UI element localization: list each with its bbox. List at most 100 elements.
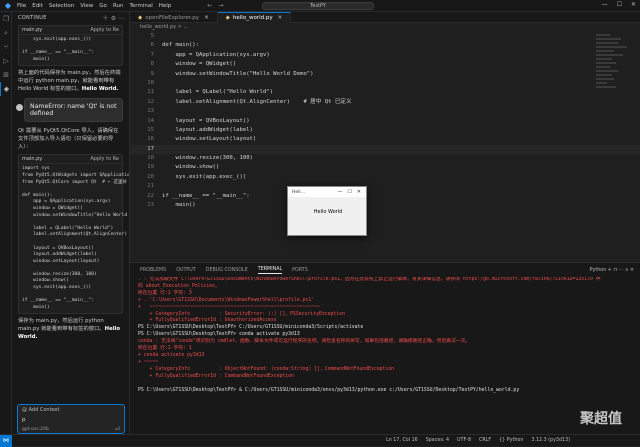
terminal-output[interactable]: . : 无法加载文件 C:\Users\GT1SSU\Documents\Win…: [130, 277, 640, 433]
line-text: window.setLayout(layout): [162, 136, 257, 143]
extensions-icon[interactable]: ⊞: [0, 68, 12, 82]
maximize-icon[interactable]: ☐: [347, 189, 351, 195]
line-number: 18: [147, 155, 154, 162]
close-icon[interactable]: ✕: [631, 1, 636, 8]
menu-item-edit[interactable]: Edit: [32, 3, 43, 9]
search-icon[interactable]: ⌕: [0, 26, 12, 40]
continue-icon[interactable]: ◈: [0, 82, 12, 96]
line-number: 21: [147, 183, 154, 190]
menu-item-help[interactable]: Help: [159, 3, 172, 9]
tab-hello_world-py[interactable]: ◆ hello_world.py ✕: [217, 12, 292, 23]
send-icon[interactable]: ⏎: [115, 426, 120, 433]
code-line[interactable]: 23 main(): [130, 201, 640, 210]
code-line[interactable]: 8 window = QWidget(): [130, 60, 640, 69]
line-number: 10: [147, 79, 154, 86]
terminal-line: . : 无法加载文件 C:\Users\GT1SSU\Documents\Win…: [138, 277, 601, 282]
code-editor[interactable]: 5 6 def main(): 7 app = QApplication(sys.ar…: [130, 32, 640, 210]
back-icon[interactable]: ←: [207, 2, 212, 9]
chat-input-value[interactable]: p: [22, 417, 26, 423]
panel-tab-debug-console[interactable]: DEBUG CONSOLE: [206, 268, 248, 273]
code-block-body: import sys from PyQt5.QtWidgets import Q…: [22, 166, 130, 310]
panel-tab-output[interactable]: OUTPUT: [176, 268, 196, 273]
status-item[interactable]: Ln 17, Col 16: [386, 438, 418, 443]
menu-item-view[interactable]: View: [80, 3, 93, 9]
status-item[interactable]: Spaces: 4: [426, 438, 449, 443]
assistant-message: Qt 需要从 PyQt5.QtCore 导入，请确保在文件顶部加入导入语句（只保…: [18, 128, 119, 151]
line-number: 15: [147, 126, 154, 133]
chat-header-actions[interactable]: ＋ ⚙ ⋯: [102, 13, 125, 22]
panel-tab-problems[interactable]: PROBLEMS: [140, 268, 166, 273]
line-text: sys.exit(app.exec_()): [162, 173, 247, 180]
title-bar: ◆ File Edit Selection View Go Run Terminal Help…: [0, 0, 640, 12]
tab-label: openFileExplorer.py: [145, 14, 200, 21]
code-line[interactable]: 14 layout = QVBoxLayout(): [130, 117, 640, 126]
code-line[interactable]: 6 def main():: [130, 41, 640, 50]
menu-item-file[interactable]: File: [17, 3, 26, 9]
code-line[interactable]: 10: [130, 79, 640, 88]
code-line[interactable]: 13: [130, 107, 640, 116]
breadcrumb[interactable]: hello_world.py > ...: [130, 23, 640, 31]
terminal-line: 所在位置 行:1 字符: 3: [138, 290, 192, 296]
status-item[interactable]: CRLF: [479, 438, 491, 443]
code-line[interactable]: 21: [130, 182, 640, 191]
tab-openFileExplorer-py[interactable]: ◆ openFileExplorer.py ✕: [130, 12, 218, 23]
python-file-icon: ◆: [225, 15, 230, 21]
model-selector[interactable]: gpt-oss:20b: [22, 427, 49, 432]
close-icon[interactable]: ✕: [357, 189, 361, 195]
line-text: label = QLabel("Hello World"): [162, 89, 274, 96]
assistant-message: 保存为 main.py，然后运行 python main.py 就能看到带有标签…: [18, 317, 123, 341]
code-line[interactable]: 16 window.setLayout(layout): [130, 135, 640, 144]
maximize-icon[interactable]: ☐: [617, 1, 622, 8]
qt-window[interactable]: Hell... — ☐ ✕ Hello World: [287, 186, 367, 236]
menu-item-run[interactable]: Run: [113, 3, 124, 9]
qt-window-titlebar: Hell... — ☐ ✕: [288, 187, 366, 197]
status-item[interactable]: {} Python: [499, 438, 523, 443]
line-number: 5: [150, 33, 154, 39]
panel-tabs: PROBLEMS OUTPUT DEBUG CONSOLE TERMINAL PORTS…: [130, 263, 640, 277]
panel-actions[interactable]: Python + ⊓ ⋯ ∧ ✕: [590, 268, 634, 273]
code-line[interactable]: 5: [130, 32, 640, 41]
panel-tab-terminal[interactable]: TERMINAL: [257, 267, 283, 274]
code-line[interactable]: 11 label = QLabel("Hello World"): [130, 88, 640, 97]
code-line[interactable]: 15 layout.addWidget(label): [130, 126, 640, 135]
chat-input-box[interactable]: @ Add Context p gpt-oss:20b ⏎: [17, 404, 125, 434]
minimize-icon[interactable]: —: [602, 1, 608, 8]
code-line[interactable]: 12 label.setAlignment(Qt.AlignCenter) # …: [130, 98, 640, 107]
code-line[interactable]: 22 if __name__ == "__main__":: [130, 192, 640, 201]
menu-item-terminal[interactable]: Terminal: [129, 3, 152, 9]
terminal-line: + . 'C:\Users\GT1SSU\Documents\WindowsPo…: [138, 297, 315, 303]
line-number: 8: [150, 61, 154, 68]
line-number: 14: [147, 117, 154, 124]
forward-icon[interactable]: →: [218, 2, 223, 9]
minimap[interactable]: [596, 32, 632, 112]
status-item[interactable]: 3.12.3 (py3d13): [531, 438, 570, 443]
editor-area: ◆ openFileExplorer.py ✕ ◆ hello_world.py ✕ he…: [130, 12, 640, 262]
panel-tab-ports[interactable]: PORTS: [292, 268, 308, 273]
user-message[interactable]: NameError: name 'Qt' is not defined: [24, 98, 123, 123]
line-number: 12: [147, 98, 154, 105]
command-center-search[interactable]: TestPY: [262, 2, 374, 10]
code-line[interactable]: 9 window.setWindowTitle("Hello World Dem…: [130, 70, 640, 79]
code-line[interactable]: 7 app = QApplication(sys.argv): [130, 51, 640, 60]
apply-button[interactable]: Apply to Re: [90, 27, 119, 33]
line-text: def main():: [162, 42, 200, 49]
tab-label: hello_world.py: [232, 15, 273, 21]
code-line[interactable]: 17: [130, 144, 640, 155]
explorer-icon[interactable]: ❐: [0, 12, 12, 26]
close-icon[interactable]: ✕: [278, 15, 283, 21]
run-debug-icon[interactable]: ▷: [0, 54, 12, 68]
line-number: 23: [147, 202, 154, 209]
remote-icon[interactable]: ⋈: [0, 434, 12, 447]
add-context-button[interactable]: @ Add Context: [22, 407, 59, 413]
close-icon[interactable]: ✕: [204, 15, 209, 21]
minimize-icon[interactable]: —: [337, 189, 342, 195]
status-item[interactable]: UTF-8: [457, 438, 471, 443]
apply-button[interactable]: Apply to Re: [90, 156, 119, 162]
chat-header: CONTINUE ＋ ⚙ ⋯: [12, 12, 129, 23]
menu-item-go[interactable]: Go: [99, 3, 107, 9]
menu-item-selection[interactable]: Selection: [49, 3, 74, 9]
code-line[interactable]: 19 window.show(): [130, 163, 640, 172]
code-line[interactable]: 20 sys.exit(app.exec_()): [130, 173, 640, 182]
code-line[interactable]: 18 window.resize(300, 100): [130, 154, 640, 163]
source-control-icon[interactable]: ⑂: [0, 40, 12, 54]
